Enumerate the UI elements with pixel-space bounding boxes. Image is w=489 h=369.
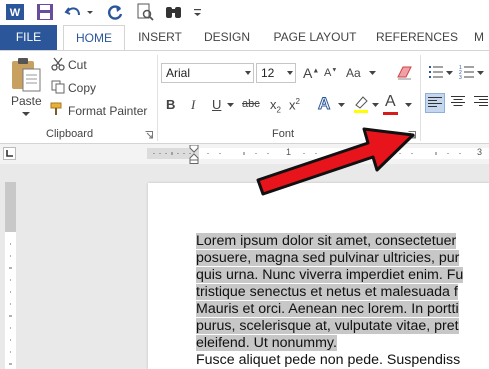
font-color-icon: A xyxy=(385,93,396,110)
print-preview-icon[interactable] xyxy=(136,3,154,21)
align-left-button[interactable] xyxy=(425,93,445,113)
selected-text: Mauris et orci. Aenean nec lorem. In por… xyxy=(196,301,459,317)
numbering-dropdown-icon[interactable] xyxy=(477,71,484,76)
font-size-value: 12 xyxy=(261,66,275,80)
align-left-icon xyxy=(428,97,442,107)
vertical-ruler[interactable] xyxy=(5,182,16,369)
highlight-color-icon[interactable] xyxy=(352,95,370,113)
superscript-mark: 2 xyxy=(295,97,300,106)
text-effects-button[interactable]: A xyxy=(317,94,331,114)
superscript-button[interactable]: x2 xyxy=(289,97,300,112)
font-name-dropdown-icon[interactable] xyxy=(245,71,251,75)
tab-references[interactable]: REFERENCES xyxy=(376,25,458,50)
format-painter-icon xyxy=(50,102,62,115)
font-size-dropdown-icon[interactable] xyxy=(287,71,293,75)
strikethrough-button[interactable]: abc xyxy=(242,98,260,110)
selected-text: posuere, magna sed pulvinar ultricies, p… xyxy=(196,250,460,266)
clipboard-group-label: Clipboard xyxy=(46,128,94,140)
underline-button[interactable]: U xyxy=(212,97,221,112)
tab-file[interactable]: FILE xyxy=(0,25,57,50)
left-tab-icon xyxy=(6,150,13,157)
paste-dropdown-icon[interactable] xyxy=(21,110,31,118)
tab-page-layout[interactable]: PAGE LAYOUT xyxy=(268,25,362,50)
svg-text:W: W xyxy=(10,7,21,19)
change-case-button[interactable]: Aa xyxy=(346,66,361,80)
font-size-box[interactable]: 12 xyxy=(256,63,296,83)
document-line[interactable]: quis urna. Nunc viverra imperdiet enim. … xyxy=(196,267,464,284)
align-center-icon[interactable] xyxy=(451,96,465,108)
format-painter-button[interactable]: Format Painter xyxy=(68,104,147,118)
subscript-mark: 2 xyxy=(276,105,281,115)
cut-button[interactable]: Cut xyxy=(68,58,87,72)
find-icon[interactable] xyxy=(164,3,184,21)
change-case-dropdown-icon[interactable] xyxy=(369,71,376,76)
clear-formatting-icon[interactable] xyxy=(397,66,413,80)
indent-marker-icon[interactable] xyxy=(189,145,199,164)
selected-text: tristique senectus et netus et malesuada… xyxy=(196,284,458,300)
align-right-icon[interactable] xyxy=(474,96,488,108)
word-logo-icon: W xyxy=(6,4,24,20)
document-line[interactable]: eleifend. Ut nonummy. xyxy=(196,335,337,352)
selected-text: Lorem ipsum dolor sit amet, consectetuer xyxy=(196,233,457,249)
vertical-ruler-margin xyxy=(5,182,16,232)
font-color-dropdown-icon[interactable] xyxy=(405,103,412,108)
svg-text:3: 3 xyxy=(459,75,462,80)
selected-text: eleifend. Ut nonummy. xyxy=(196,335,337,351)
annotation-arrow-icon xyxy=(256,127,415,196)
change-case-icon: Aa xyxy=(346,66,361,80)
copy-button[interactable]: Copy xyxy=(68,81,96,95)
quick-access-toolbar: W xyxy=(0,0,489,24)
document-line[interactable]: tristique senectus et netus et malesuada… xyxy=(196,284,458,301)
undo-dropdown-icon[interactable] xyxy=(86,3,94,21)
grow-font-icon: A xyxy=(303,65,313,81)
document-line[interactable]: posuere, magna sed pulvinar ultricies, p… xyxy=(196,250,460,267)
shrink-font-button[interactable]: A▼ xyxy=(324,67,337,79)
redo-icon[interactable] xyxy=(106,3,124,21)
font-color-button[interactable]: A xyxy=(385,93,396,111)
tab-insert[interactable]: INSERT xyxy=(132,25,188,50)
clipboard-launcher-icon[interactable] xyxy=(145,131,153,139)
bullets-icon[interactable] xyxy=(428,64,444,80)
copy-icon xyxy=(51,80,65,94)
grow-font-button[interactable]: A▲ xyxy=(303,65,319,81)
tab-design[interactable]: DESIGN xyxy=(199,25,255,50)
font-color-bar xyxy=(383,112,398,115)
bold-button[interactable]: B xyxy=(166,97,175,112)
paste-icon xyxy=(12,58,41,92)
selected-text: quis urna. Nunc viverra imperdiet enim. … xyxy=(196,267,464,283)
group-separator xyxy=(157,55,158,141)
text-effects-dropdown-icon[interactable] xyxy=(338,103,345,108)
tab-home[interactable]: HOME xyxy=(63,25,125,50)
underline-dropdown-icon[interactable] xyxy=(227,103,234,108)
document-page[interactable]: Lorem ipsum dolor sit amet, consectetuer… xyxy=(148,183,489,369)
tab-mailings[interactable]: M xyxy=(474,25,489,50)
subscript-button[interactable]: x2 xyxy=(270,97,281,115)
selected-text: purus, scelerisque at, vulputate vitae, … xyxy=(196,318,459,334)
paste-button[interactable]: Paste xyxy=(11,94,42,108)
font-name-box[interactable]: Arial xyxy=(161,63,254,83)
text-effects-icon: A xyxy=(317,94,331,114)
tab-selector[interactable] xyxy=(3,147,16,160)
save-icon[interactable] xyxy=(36,3,54,21)
font-name-value: Arial xyxy=(166,66,191,80)
highlight-dropdown-icon[interactable] xyxy=(372,103,379,108)
bullets-dropdown-icon[interactable] xyxy=(446,71,453,76)
ruler-mark-3: 3 xyxy=(477,147,483,157)
document-line[interactable]: Lorem ipsum dolor sit amet, consectetuer xyxy=(196,233,457,250)
italic-button[interactable]: I xyxy=(191,97,195,113)
body-text: Fusce aliquet pede non pede. Suspendiss xyxy=(196,352,461,368)
ribbon-tab-bar: FILE HOME INSERT DESIGN PAGE LAYOUT REFE… xyxy=(0,24,489,50)
vertical-ruler-ticks xyxy=(9,243,12,365)
cut-icon xyxy=(51,57,65,71)
document-line[interactable]: Mauris et orci. Aenean nec lorem. In por… xyxy=(196,301,459,318)
qat-customize-icon[interactable] xyxy=(193,3,203,21)
document-line[interactable]: Fusce aliquet pede non pede. Suspendiss xyxy=(196,352,460,369)
numbering-icon[interactable]: 1 2 3 xyxy=(459,64,475,80)
document-line[interactable]: purus, scelerisque at, vulputate vitae, … xyxy=(196,318,459,335)
undo-icon[interactable] xyxy=(64,3,84,21)
